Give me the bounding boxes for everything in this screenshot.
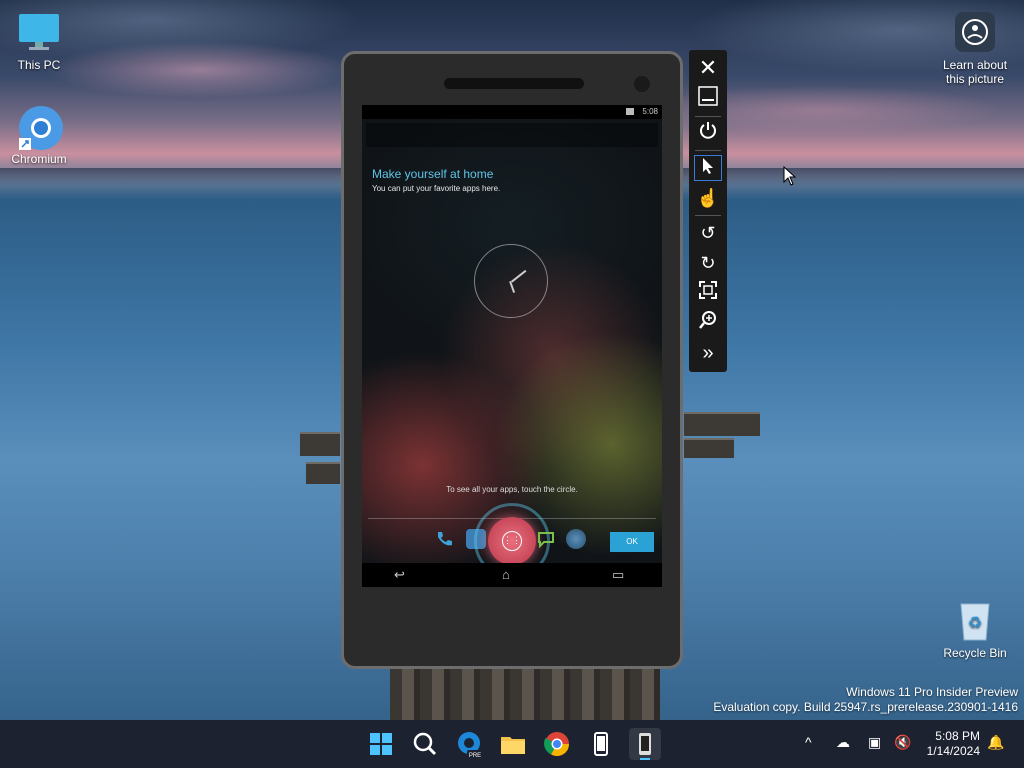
phone-camera — [634, 76, 650, 92]
home-subtitle: You can put your favorite apps here. — [372, 184, 501, 193]
search-bar-area[interactable] — [366, 123, 658, 147]
rotate-right-icon[interactable]: ↻ — [694, 250, 722, 276]
minimize-icon[interactable] — [694, 86, 722, 112]
more-icon[interactable]: » — [694, 340, 722, 366]
power-icon[interactable] — [694, 120, 722, 146]
phone-speaker — [444, 78, 584, 89]
chevron-up-icon[interactable]: ^ — [805, 734, 812, 750]
chromium-icon — [17, 104, 63, 150]
android-nav-bar: ↩ ⌂ ▭ — [362, 563, 662, 587]
taskbar-time: 5:08 PM — [935, 729, 980, 743]
emulator-toolbar: ✕ ☝ ↺ ↻ » — [689, 50, 727, 372]
grid-icon: ⋮⋮ — [502, 531, 522, 551]
battery-icon — [626, 108, 634, 115]
pointer-icon[interactable] — [694, 155, 722, 181]
chromium-label: Chromium — [11, 152, 67, 166]
emulator-active-icon[interactable] — [629, 728, 661, 760]
this-pc-shortcut[interactable]: This PC — [3, 10, 75, 72]
recycle-bin-icon: ♻ — [953, 598, 997, 642]
start-icon[interactable] — [365, 728, 397, 760]
fit-screen-icon[interactable] — [694, 280, 722, 306]
svg-text:♻: ♻ — [968, 615, 982, 632]
recents-icon[interactable]: ▭ — [612, 568, 624, 582]
home-icon[interactable]: ⌂ — [502, 568, 510, 582]
ok-button[interactable]: OK — [610, 532, 654, 552]
monitor-icon — [17, 10, 61, 54]
status-time: 5:08 — [642, 107, 658, 116]
home-title: Make yourself at home — [372, 167, 494, 181]
phone-emulator-window: 5:08 Make yourself at home You can put y… — [341, 51, 683, 669]
close-icon[interactable]: ✕ — [694, 55, 722, 81]
mouse-cursor-icon — [783, 165, 797, 191]
apps-hint: To see all your apps, touch the circle. — [446, 485, 578, 494]
learn-about-picture[interactable]: Learn about this picture — [940, 12, 1010, 86]
taskbar-date: 1/14/2024 — [926, 744, 980, 758]
camera-info-icon — [955, 12, 995, 52]
zoom-icon[interactable] — [694, 310, 722, 336]
watermark-line2: Evaluation copy. Build 25947.rs_prerelea… — [713, 700, 1018, 714]
cloud-offline-icon[interactable]: ☁ — [836, 734, 850, 751]
phone-app-icon[interactable] — [585, 728, 617, 760]
windows-watermark: Windows 11 Pro Insider Preview Evaluatio… — [713, 685, 1018, 715]
back-icon[interactable]: ↩ — [394, 568, 405, 582]
this-pc-label: This PC — [17, 58, 61, 72]
phone-icon[interactable] — [434, 529, 454, 549]
search-icon[interactable] — [409, 728, 441, 760]
volume-muted-icon[interactable]: 🔇 — [894, 734, 911, 751]
touch-icon[interactable]: ☝ — [694, 185, 722, 211]
edge-beta-icon[interactable]: PRE — [453, 728, 485, 760]
messaging-icon[interactable] — [536, 529, 556, 549]
taskbar: PRE ^ ☁ ▣ 🔇 5:08 PM 1/14/2024 🔔 — [0, 720, 1024, 768]
android-screen[interactable]: 5:08 Make yourself at home You can put y… — [362, 105, 662, 587]
android-status-bar: 5:08 — [362, 105, 662, 119]
chromium-shortcut[interactable]: Chromium — [3, 104, 75, 166]
learn-label: Learn about this picture — [942, 58, 1008, 86]
all-apps-button[interactable]: ⋮⋮ — [488, 517, 536, 565]
svg-text:PRE: PRE — [469, 753, 481, 759]
network-icon[interactable]: ▣ — [868, 734, 881, 751]
browser-icon[interactable] — [566, 529, 586, 549]
notification-bell-icon[interactable]: 🔔 — [987, 734, 1004, 751]
recycle-bin-shortcut[interactable]: ♻ Recycle Bin — [939, 598, 1011, 660]
analog-clock-widget[interactable] — [474, 244, 548, 318]
taskbar-clock[interactable]: 5:08 PM 1/14/2024 — [927, 729, 980, 759]
recycle-bin-label: Recycle Bin — [943, 646, 1007, 660]
file-explorer-icon[interactable] — [497, 728, 529, 760]
chrome-icon[interactable] — [541, 728, 573, 760]
rotate-left-icon[interactable]: ↺ — [694, 220, 722, 246]
watermark-line1: Windows 11 Pro Insider Preview — [846, 685, 1018, 699]
